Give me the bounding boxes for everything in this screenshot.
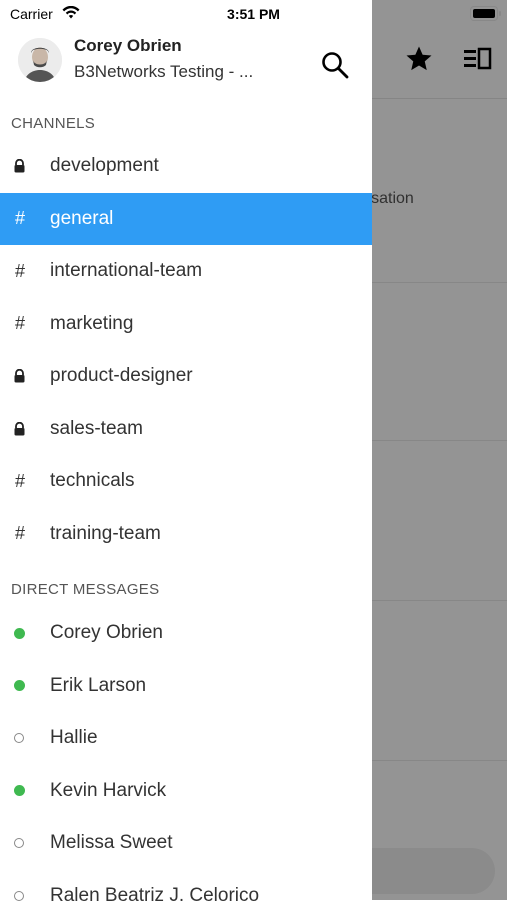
direct-messages-section-title: DIRECT MESSAGES [11, 581, 159, 598]
dm-label: Kevin Harvick [50, 780, 166, 802]
channel-item-technicals[interactable]: # technicals [0, 455, 372, 508]
lock-icon [0, 369, 50, 383]
offline-status-icon [14, 891, 24, 901]
channel-label: international-team [50, 260, 202, 282]
direct-message-list: Corey Obrien Erik Larson Hallie Kevin Ha… [0, 607, 372, 922]
channels-section-title: CHANNELS [11, 115, 95, 132]
online-status-icon [14, 680, 25, 691]
workspace-name[interactable]: B3Networks Testing - ... [74, 62, 284, 82]
channel-label: technicals [50, 470, 135, 492]
drawer-header: Corey Obrien B3Networks Testing - ... [0, 28, 372, 100]
channel-item-sales-team[interactable]: sales-team [0, 403, 372, 456]
dm-label: Corey Obrien [50, 622, 163, 644]
offline-status-icon [14, 838, 24, 848]
battery-icon [470, 6, 498, 21]
dm-label: Ralen Beatriz J. Celorico [50, 885, 259, 907]
hash-icon: # [15, 208, 25, 229]
avatar[interactable] [18, 38, 62, 82]
dm-label: Hallie [50, 727, 98, 749]
channel-label: sales-team [50, 418, 143, 440]
dm-label: Erik Larson [50, 675, 146, 697]
channel-item-international-team[interactable]: # international-team [0, 245, 372, 298]
user-name: Corey Obrien [74, 36, 182, 56]
hash-icon: # [15, 313, 25, 334]
channel-label: product-designer [50, 365, 193, 387]
navigation-drawer: Corey Obrien B3Networks Testing - ... CH… [0, 0, 372, 900]
channel-item-training-team[interactable]: # training-team [0, 508, 372, 561]
channel-label: general [50, 208, 113, 230]
online-status-icon [14, 628, 25, 639]
channel-label: development [50, 155, 159, 177]
dm-item-hallie[interactable]: Hallie [0, 712, 372, 765]
hash-icon: # [15, 523, 25, 544]
dm-item-ralen-beatriz[interactable]: Ralen Beatriz J. Celorico [0, 870, 372, 922]
channel-item-marketing[interactable]: # marketing [0, 298, 372, 351]
channel-item-product-designer[interactable]: product-designer [0, 350, 372, 403]
search-icon[interactable] [318, 48, 352, 82]
lock-icon [0, 159, 50, 173]
clock: 3:51 PM [0, 6, 507, 22]
dm-item-erik-larson[interactable]: Erik Larson [0, 660, 372, 713]
dm-label: Melissa Sweet [50, 832, 173, 854]
dm-item-corey-obrien[interactable]: Corey Obrien [0, 607, 372, 660]
status-bar: Carrier 3:51 PM [0, 0, 507, 28]
hash-icon: # [15, 261, 25, 282]
channel-item-general[interactable]: # general [0, 193, 372, 246]
hash-icon: # [15, 471, 25, 492]
channel-label: training-team [50, 523, 161, 545]
online-status-icon [14, 785, 25, 796]
dm-item-kevin-harvick[interactable]: Kevin Harvick [0, 765, 372, 818]
offline-status-icon [14, 733, 24, 743]
avatar-image [18, 38, 62, 82]
channel-item-development[interactable]: development [0, 140, 372, 193]
channel-list: development # general # international-te… [0, 140, 372, 560]
lock-icon [0, 422, 50, 436]
dm-item-melissa-sweet[interactable]: Melissa Sweet [0, 817, 372, 870]
channel-label: marketing [50, 313, 133, 335]
